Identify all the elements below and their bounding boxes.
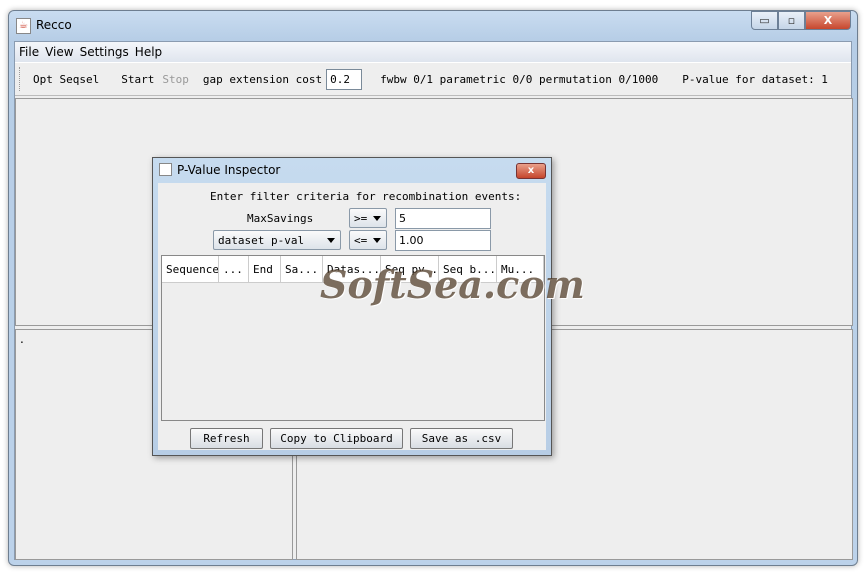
menu-file[interactable]: File [19,45,39,59]
chevron-down-icon [327,238,335,243]
watermark: SoftSea.com [320,262,585,307]
maxsavings-input[interactable]: 5 [395,208,491,229]
dialog-close-button[interactable]: x [516,163,546,179]
field-select[interactable]: dataset p-val [213,230,341,250]
chevron-down-icon [373,238,381,243]
column-header[interactable]: Sa... [281,256,323,282]
column-header[interactable]: Sequence [162,256,219,282]
opt-seqsel-button[interactable]: Opt Seqsel [33,73,99,86]
save-as-csv-button[interactable]: Save as .csv [410,428,513,449]
stop-button[interactable]: Stop [162,73,189,86]
toolbar: Opt Seqsel Start Stop gap extension cost… [15,62,851,96]
progress-status: fwbw 0/1 parametric 0/0 permutation 0/10… [380,72,659,86]
maximize-button[interactable]: ▫ [778,11,805,30]
operator-value: >= [354,211,368,225]
java-icon: ☕ [16,18,31,34]
title-bar[interactable]: ☕ Recco ▭ ▫ X [9,11,857,41]
gap-extension-input[interactable] [326,68,363,90]
operator-value: <= [354,233,368,247]
pvalue-status: P-value for dataset: 1 [682,72,828,86]
operator-select-1[interactable]: >= [349,208,387,228]
minimize-button[interactable]: ▭ [751,11,778,30]
close-button[interactable]: X [805,11,851,30]
menu-settings[interactable]: Settings [80,45,129,59]
refresh-button[interactable]: Refresh [190,428,263,449]
window-title: Recco [36,18,72,32]
start-button[interactable]: Start [121,73,154,86]
menu-bar: File View Settings Help [15,42,851,62]
chevron-down-icon [373,216,381,221]
pval-input[interactable]: 1.00 [395,230,491,251]
gap-extension-label: gap extension cost [202,72,323,86]
menu-help[interactable]: Help [135,45,162,59]
column-header[interactable]: End [249,256,281,282]
operator-select-2[interactable]: <= [349,230,387,250]
dialog-title: P-Value Inspector [177,163,281,177]
maxsavings-label: MaxSavings [247,212,314,225]
filter-prompt: Enter filter criteria for recombination … [210,190,522,203]
column-header[interactable]: ... [219,256,249,282]
menu-view[interactable]: View [45,45,73,59]
toolbar-grip[interactable] [19,67,20,91]
field-value: dataset p-val [218,233,305,247]
java-icon [159,163,172,176]
bottom-left-text: . [20,332,24,346]
copy-to-clipboard-button[interactable]: Copy to Clipboard [270,428,403,449]
